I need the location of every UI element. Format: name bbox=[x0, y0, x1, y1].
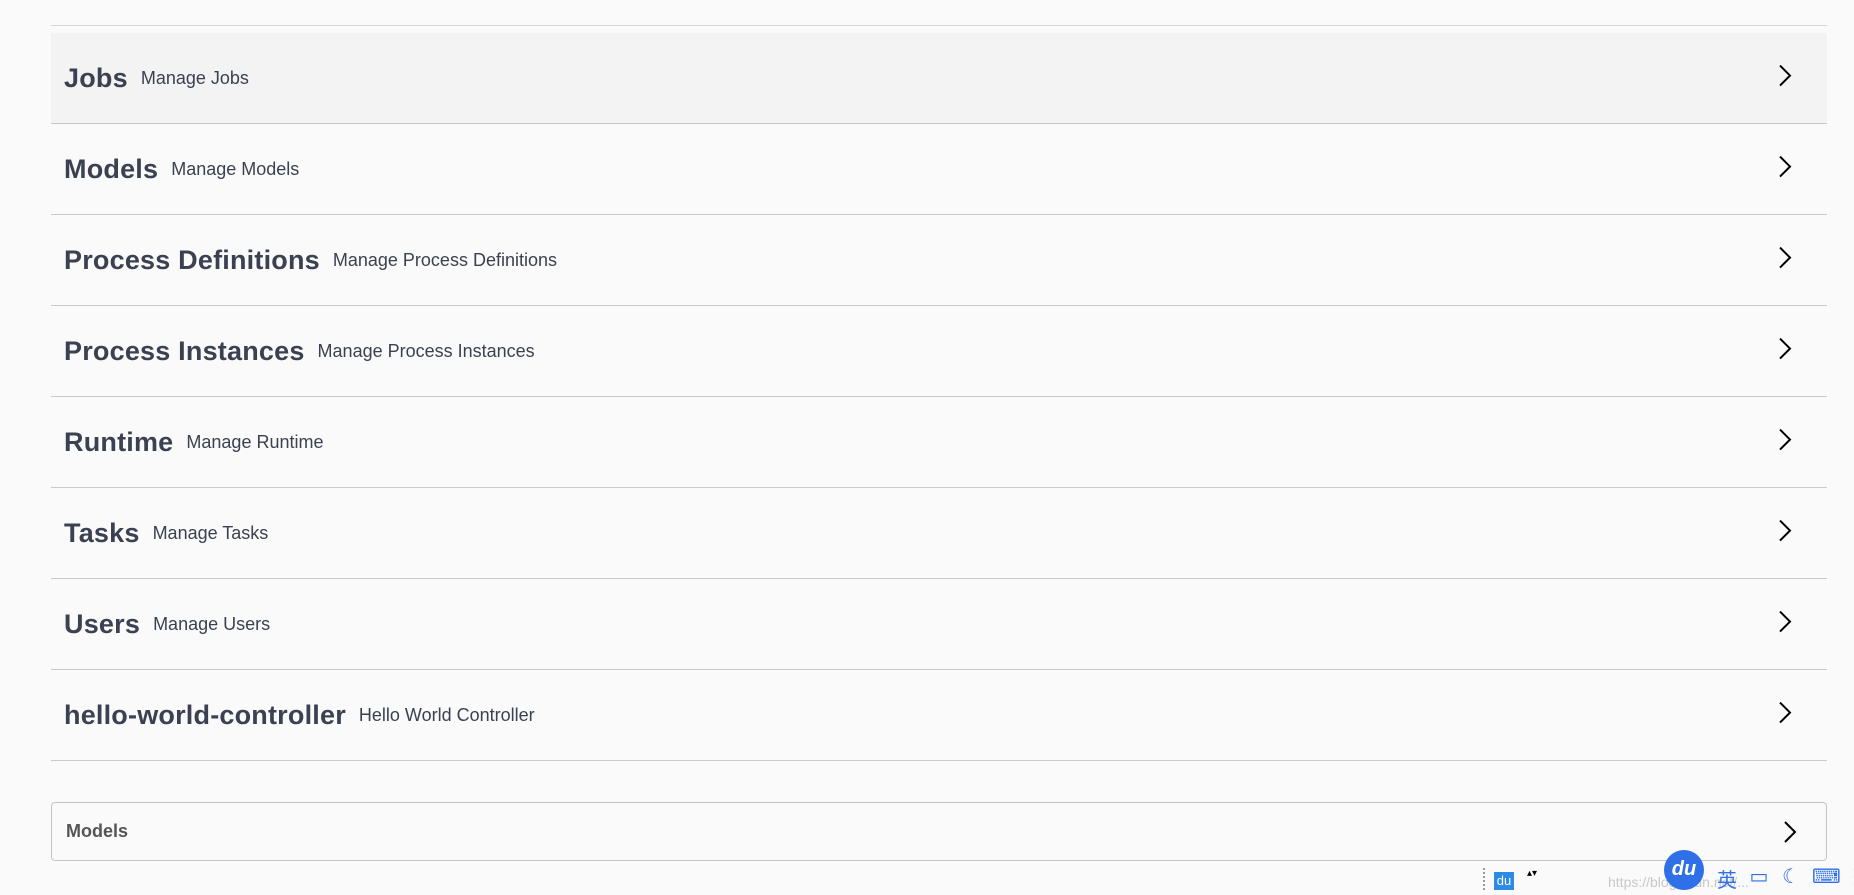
chevron-right-icon[interactable] bbox=[1777, 337, 1793, 361]
chevron-right-icon[interactable] bbox=[1777, 155, 1793, 179]
tag-name: Models bbox=[64, 153, 159, 184]
tag-name: Tasks bbox=[64, 517, 140, 548]
tag-row-process-instances[interactable]: Process Instances Manage Process Instanc… bbox=[51, 306, 1827, 397]
tag-description: Manage Users bbox=[153, 613, 271, 634]
ime-arrows-icon[interactable]: ▴▾ bbox=[1527, 869, 1537, 879]
language-toggle[interactable]: 英 bbox=[1716, 864, 1738, 893]
ime-icon-group: 英 ▭ ☾ ⌨ ⋮ bbox=[1716, 864, 1854, 893]
chevron-right-icon[interactable] bbox=[1777, 519, 1793, 543]
tag-row-users[interactable]: Users Manage Users bbox=[51, 579, 1827, 670]
more-icon[interactable]: ⋮ bbox=[1844, 864, 1854, 893]
tag-row-hello-world-controller[interactable]: hello-world-controller Hello World Contr… bbox=[51, 670, 1827, 761]
models-schema-section[interactable]: Models bbox=[51, 802, 1827, 861]
ime-toolbar: du ▴▾ https://blog.csdn.net/... du 英 ▭ ☾… bbox=[1480, 850, 1854, 895]
tag-description: Manage Process Definitions bbox=[332, 249, 557, 270]
tag-name: Runtime bbox=[64, 426, 174, 457]
keyboard-icon[interactable]: ⌨ bbox=[1812, 864, 1841, 893]
tag-row-process-definitions[interactable]: Process Definitions Manage Process Defin… bbox=[51, 215, 1827, 306]
moon-icon[interactable]: ☾ bbox=[1780, 864, 1802, 893]
tag-description: Manage Process Instances bbox=[317, 340, 535, 361]
screen-icon[interactable]: ▭ bbox=[1748, 864, 1770, 893]
tag-row-models[interactable]: Models Manage Models bbox=[51, 124, 1827, 215]
models-section-label: Models bbox=[66, 821, 129, 841]
tag-description: Manage Tasks bbox=[152, 522, 269, 543]
tag-name: Jobs bbox=[64, 62, 128, 93]
tag-row-tasks[interactable]: Tasks Manage Tasks bbox=[51, 488, 1827, 579]
drag-handle[interactable] bbox=[1483, 868, 1487, 890]
tag-name: hello-world-controller bbox=[64, 699, 346, 730]
tag-name: Process Definitions bbox=[64, 244, 320, 275]
ime-logo-small[interactable]: du bbox=[1494, 872, 1514, 890]
tag-description: Manage Jobs bbox=[140, 67, 249, 88]
tag-name: Process Instances bbox=[64, 335, 305, 366]
swagger-ui-page: Jobs Manage Jobs Models Manage Models Pr… bbox=[0, 0, 1854, 895]
tag-description: Manage Runtime bbox=[186, 431, 324, 452]
chevron-right-icon[interactable] bbox=[1777, 64, 1793, 88]
tag-description: Manage Models bbox=[171, 158, 300, 179]
chevron-right-icon[interactable] bbox=[1777, 428, 1793, 452]
chevron-right-icon[interactable] bbox=[1777, 246, 1793, 270]
tag-description: Hello World Controller bbox=[358, 704, 535, 725]
tag-row-runtime[interactable]: Runtime Manage Runtime bbox=[51, 397, 1827, 488]
chevron-right-icon[interactable] bbox=[1777, 701, 1793, 725]
chevron-right-icon[interactable] bbox=[1777, 610, 1793, 634]
chevron-right-icon[interactable] bbox=[1782, 820, 1798, 844]
api-tag-list: Jobs Manage Jobs Models Manage Models Pr… bbox=[51, 26, 1827, 761]
tag-row-jobs[interactable]: Jobs Manage Jobs bbox=[51, 33, 1827, 124]
ime-logo-icon[interactable]: du bbox=[1664, 850, 1704, 890]
tag-name: Users bbox=[64, 608, 141, 639]
